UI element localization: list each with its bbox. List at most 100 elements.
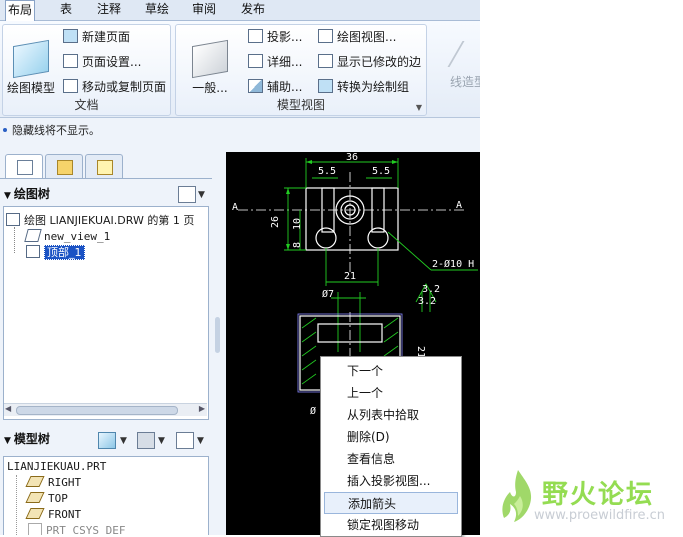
drawing-model-label: 绘图模型 [6,81,55,95]
drawing-tree: 绘图 LIANJIEKUAI.DRW 的第 1 页 new_view_1 顶部_… [3,206,209,420]
menu-item-add-arrows[interactable]: 添加箭头 [324,492,458,514]
drawing-sheet-icon [6,213,20,226]
tab-review[interactable]: 审阅 [190,0,218,20]
move-copy-sheet-label: 移动或复制页面 [82,80,167,94]
dim-5-5-left[interactable]: 5.5 [318,166,336,177]
scroll-left-icon[interactable]: ◀ [5,404,11,413]
tab-sketch[interactable]: 草绘 [143,0,171,20]
tree-node-sheet[interactable]: 绘图 LIANJIEKUAI.DRW 的第 1 页 [6,213,194,229]
dim-10[interactable]: 10 [292,218,303,230]
model-tree-node-top-label: TOP [48,492,68,505]
tab-table[interactable]: 表 [58,0,74,20]
splitter-handle[interactable] [215,317,220,353]
collapse-icon: ▼ [4,191,11,201]
show-modified-edges-icon [318,54,333,68]
dim-hole-note[interactable]: 2-Ø10 H [432,258,474,270]
new-sheet-button[interactable]: 新建页面 [63,28,130,46]
model-display-icon[interactable] [98,432,116,449]
ribbon: 绘图模型 新建页面 页面设置... 移动或复制页面 文档 一般... 投影...… [0,21,480,118]
model-tree-header[interactable]: ▼ 模型树 [0,428,50,450]
tab-favorites[interactable] [85,154,123,179]
dim-26[interactable]: 26 [270,216,281,228]
menu-item-pick-from-list[interactable]: 从列表中拾取 [321,404,461,426]
auxiliary-button[interactable]: 辅助... [248,78,302,96]
tree-connector [16,475,18,535]
move-copy-sheet-button[interactable]: 移动或复制页面 [63,78,166,96]
dim-3-2-b[interactable]: 3.2 [418,296,436,307]
tree-node-sheet-label: 绘图 LIANJIEKUAI.DRW 的第 1 页 [24,214,195,227]
general-view-label: 一般... [192,81,228,95]
menu-item-next[interactable]: 下一个 [321,360,461,382]
convert-to-draw-group-button[interactable]: 转换为绘制组 [318,78,409,96]
menu-item-lock-view-movement[interactable]: 锁定视图移动 [321,514,461,536]
drawing-view-label: 绘图视图... [337,30,397,44]
dim-3-2-a[interactable]: 3.2 [422,284,440,295]
tree-settings-icon[interactable] [178,186,196,203]
view-icon [24,229,42,242]
line-style-button[interactable]: 线造型 [447,41,480,90]
drawing-view-button[interactable]: 绘图视图... [318,28,396,46]
tab-layout[interactable]: 布局 [5,0,36,21]
tab-annotate[interactable]: 注释 [95,0,123,20]
dim-36[interactable]: 36 [346,152,358,163]
auxiliary-label: 辅助... [267,80,303,94]
context-menu: 下一个 上一个 从列表中拾取 删除(D) 查看信息 插入投影视图... 添加箭头… [320,356,462,537]
general-view-button[interactable]: 一般... [184,39,236,96]
flame-logo-icon [502,470,532,522]
scroll-right-icon[interactable]: ▶ [199,404,205,413]
empty-area [480,0,683,535]
detailed-label: 详细... [267,55,303,69]
csys-icon [28,523,42,535]
model-tree-node-top[interactable]: TOP [25,491,68,507]
drawing-tree-header[interactable]: ▼ 绘图树 [0,183,50,205]
menu-item-view-info[interactable]: 查看信息 [321,448,461,470]
dim-8[interactable]: 8 [292,242,303,248]
menu-item-insert-projection-view[interactable]: 插入投影视图... [321,470,461,492]
menu-item-previous[interactable]: 上一个 [321,382,461,404]
show-modified-edges-button[interactable]: 显示已修改的边 [318,53,421,71]
tab-folder-browser[interactable] [45,154,83,179]
dim-partial-dia[interactable]: Ø [310,405,316,417]
group-launcher-icon[interactable]: ▼ [416,103,422,112]
drawing-tree-hscrollbar[interactable]: ◀ ▶ [4,403,207,416]
model-tree-root[interactable]: LIANJIEKUAU.PRT [7,459,106,475]
tab-model-tree[interactable] [5,154,43,179]
model-tree-node-csys[interactable]: PRT_CSYS_DEF [28,523,125,535]
page-setup-icon [63,54,78,68]
tools-dropdown-icon[interactable]: ▼ [158,436,165,446]
status-message: 隐藏线将不显示。 [0,121,480,141]
dim-5-5-right[interactable]: 5.5 [372,166,390,177]
tree-node-view[interactable]: new_view_1 [24,229,110,245]
datum-plane-icon [25,476,45,487]
folder-icon [57,160,73,175]
section-mark-right[interactable]: A [456,200,462,211]
tab-publish[interactable]: 发布 [239,0,267,20]
model-tree-node-front-label: FRONT [48,508,82,521]
page-setup-button[interactable]: 页面设置... [63,53,141,71]
model-views-group-label: 模型视图 [276,98,325,112]
projection-button[interactable]: 投影... [248,28,302,46]
tree-node-top-view[interactable]: 顶部_1 [26,245,85,261]
tools-icon[interactable] [137,432,155,449]
model-display-dropdown-icon[interactable]: ▼ [120,436,127,446]
watermark-title: 野火论坛 [542,480,655,510]
status-message-text: 隐藏线将不显示。 [12,124,100,137]
auxiliary-icon [248,79,263,93]
datum-plane-icon [25,492,45,503]
model-tree-settings-dropdown-icon[interactable]: ▼ [197,436,204,446]
detailed-button[interactable]: 详细... [248,53,302,71]
menu-item-delete[interactable]: 删除(D) [321,426,461,448]
dim-21[interactable]: 21 [344,271,356,282]
scroll-thumb[interactable] [16,406,178,415]
tree-settings-dropdown-icon[interactable]: ▼ [198,190,205,200]
new-sheet-icon [63,29,78,43]
model-tree-settings-icon[interactable] [176,432,194,449]
convert-to-draw-group-label: 转换为绘制组 [337,80,410,94]
model-tree-node-front[interactable]: FRONT [25,507,82,523]
model-tree-node-right-label: RIGHT [48,476,82,489]
model-tree-node-right[interactable]: RIGHT [25,475,82,491]
section-mark-left[interactable]: A [232,202,238,213]
drawing-model-button[interactable]: 绘图模型 [5,39,57,96]
dim-dia-7[interactable]: Ø7 [322,288,334,300]
document-group-label: 文档 [74,98,99,112]
